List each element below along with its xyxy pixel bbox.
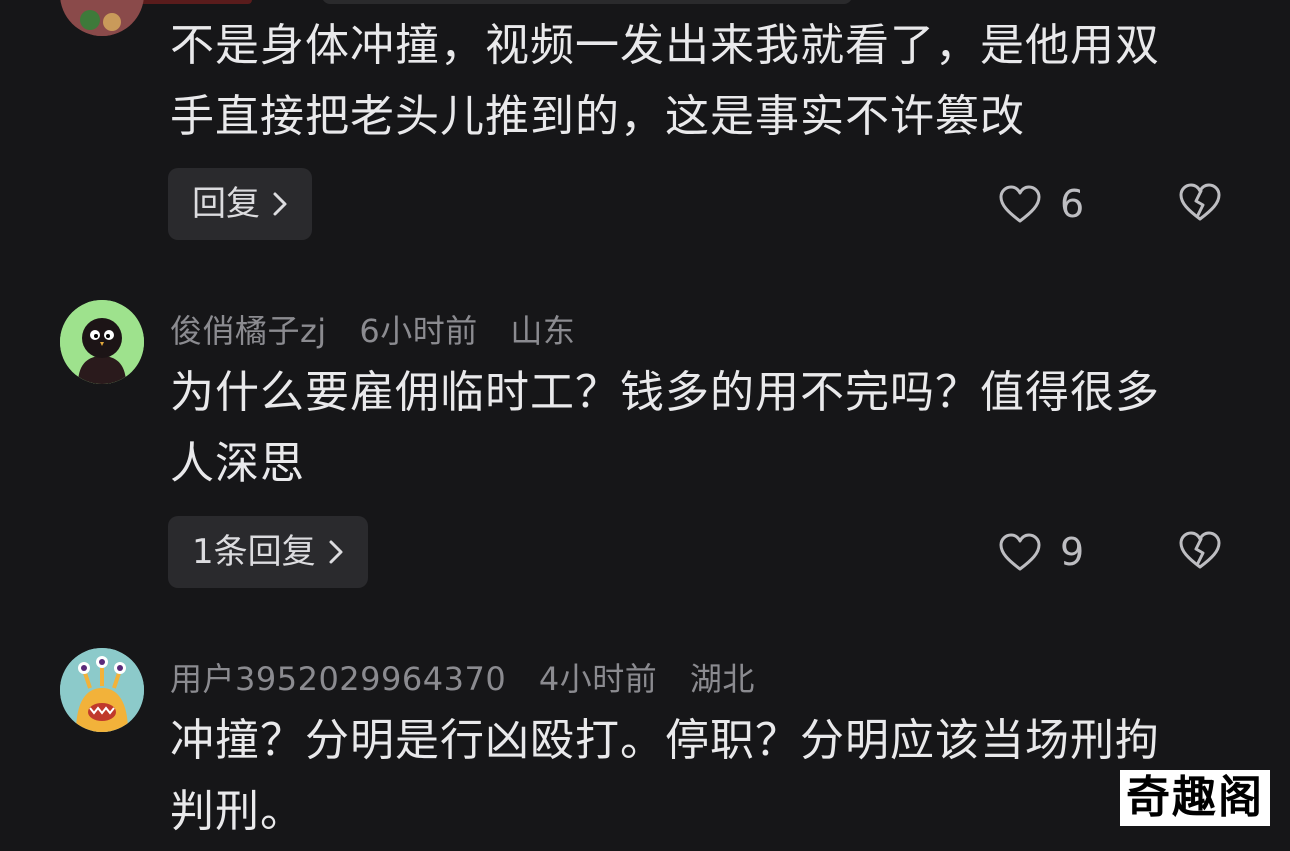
comment-text-line: 冲撞？分明是行凶殴打。停职？分明应该当场刑拘 bbox=[170, 715, 1160, 766]
like-button[interactable]: 6 bbox=[998, 182, 1084, 226]
comment-text-line: 手直接把老头儿推到的，这是事实不许篡改 bbox=[170, 91, 1025, 142]
like-button[interactable]: 9 bbox=[998, 530, 1084, 574]
avatar[interactable] bbox=[60, 0, 144, 36]
reply-button-label: 回复 bbox=[192, 184, 260, 224]
broken-heart-icon bbox=[1179, 531, 1221, 569]
dislike-button[interactable] bbox=[1178, 182, 1222, 226]
avatar-image bbox=[60, 648, 144, 732]
reply-button-label: 1条回复 bbox=[192, 532, 316, 572]
comment-time: 4小时前 bbox=[538, 660, 658, 698]
chevron-right-icon bbox=[273, 192, 287, 216]
top-bar-fragment bbox=[322, 0, 852, 4]
avatar-image bbox=[60, 300, 144, 384]
comment-text: 为什么要雇佣临时工？钱多的用不完吗？值得很多 人深思 bbox=[170, 357, 1240, 499]
comment-meta: 用户3952029964370 4小时前 湖北 bbox=[170, 654, 777, 700]
broken-heart-icon bbox=[1179, 183, 1221, 221]
chevron-right-icon bbox=[329, 540, 343, 564]
username[interactable]: 俊俏橘子zj bbox=[170, 312, 327, 350]
comment-location: 山东 bbox=[510, 312, 576, 350]
comment-text-line: 不是身体冲撞，视频一发出来我就看了，是他用双 bbox=[170, 20, 1160, 71]
like-count: 9 bbox=[1060, 530, 1085, 574]
heart-outline-icon bbox=[999, 185, 1041, 223]
comment-text-line: 人深思 bbox=[170, 438, 305, 489]
dislike-button[interactable] bbox=[1178, 530, 1222, 574]
comment-location: 湖北 bbox=[689, 660, 755, 698]
comment-text-line: 判刑。 bbox=[170, 786, 305, 837]
avatar-image bbox=[60, 0, 144, 36]
view-replies-button[interactable]: 1条回复 bbox=[168, 516, 368, 588]
comment-text: 冲撞？分明是行凶殴打。停职？分明应该当场刑拘 判刑。 bbox=[170, 705, 1240, 847]
comment-time: 6小时前 bbox=[359, 312, 478, 350]
comment-text-line: 为什么要雇佣临时工？钱多的用不完吗？值得很多 bbox=[170, 367, 1160, 418]
like-count: 6 bbox=[1060, 182, 1085, 226]
avatar[interactable] bbox=[60, 300, 144, 384]
reply-button[interactable]: 回复 bbox=[168, 168, 312, 240]
username[interactable]: 用户3952029964370 bbox=[170, 660, 506, 698]
avatar[interactable] bbox=[60, 648, 144, 732]
watermark: 奇趣阁 bbox=[1120, 770, 1270, 826]
comments-page: 不是身体冲撞，视频一发出来我就看了，是他用双 手直接把老头儿推到的，这是事实不许… bbox=[0, 0, 1290, 851]
comment-meta: 俊俏橘子zj 6小时前 山东 bbox=[170, 306, 597, 352]
comment-text: 不是身体冲撞，视频一发出来我就看了，是他用双 手直接把老头儿推到的，这是事实不许… bbox=[170, 10, 1240, 152]
previous-avatar-fragment bbox=[134, 0, 252, 4]
heart-outline-icon bbox=[999, 533, 1041, 571]
